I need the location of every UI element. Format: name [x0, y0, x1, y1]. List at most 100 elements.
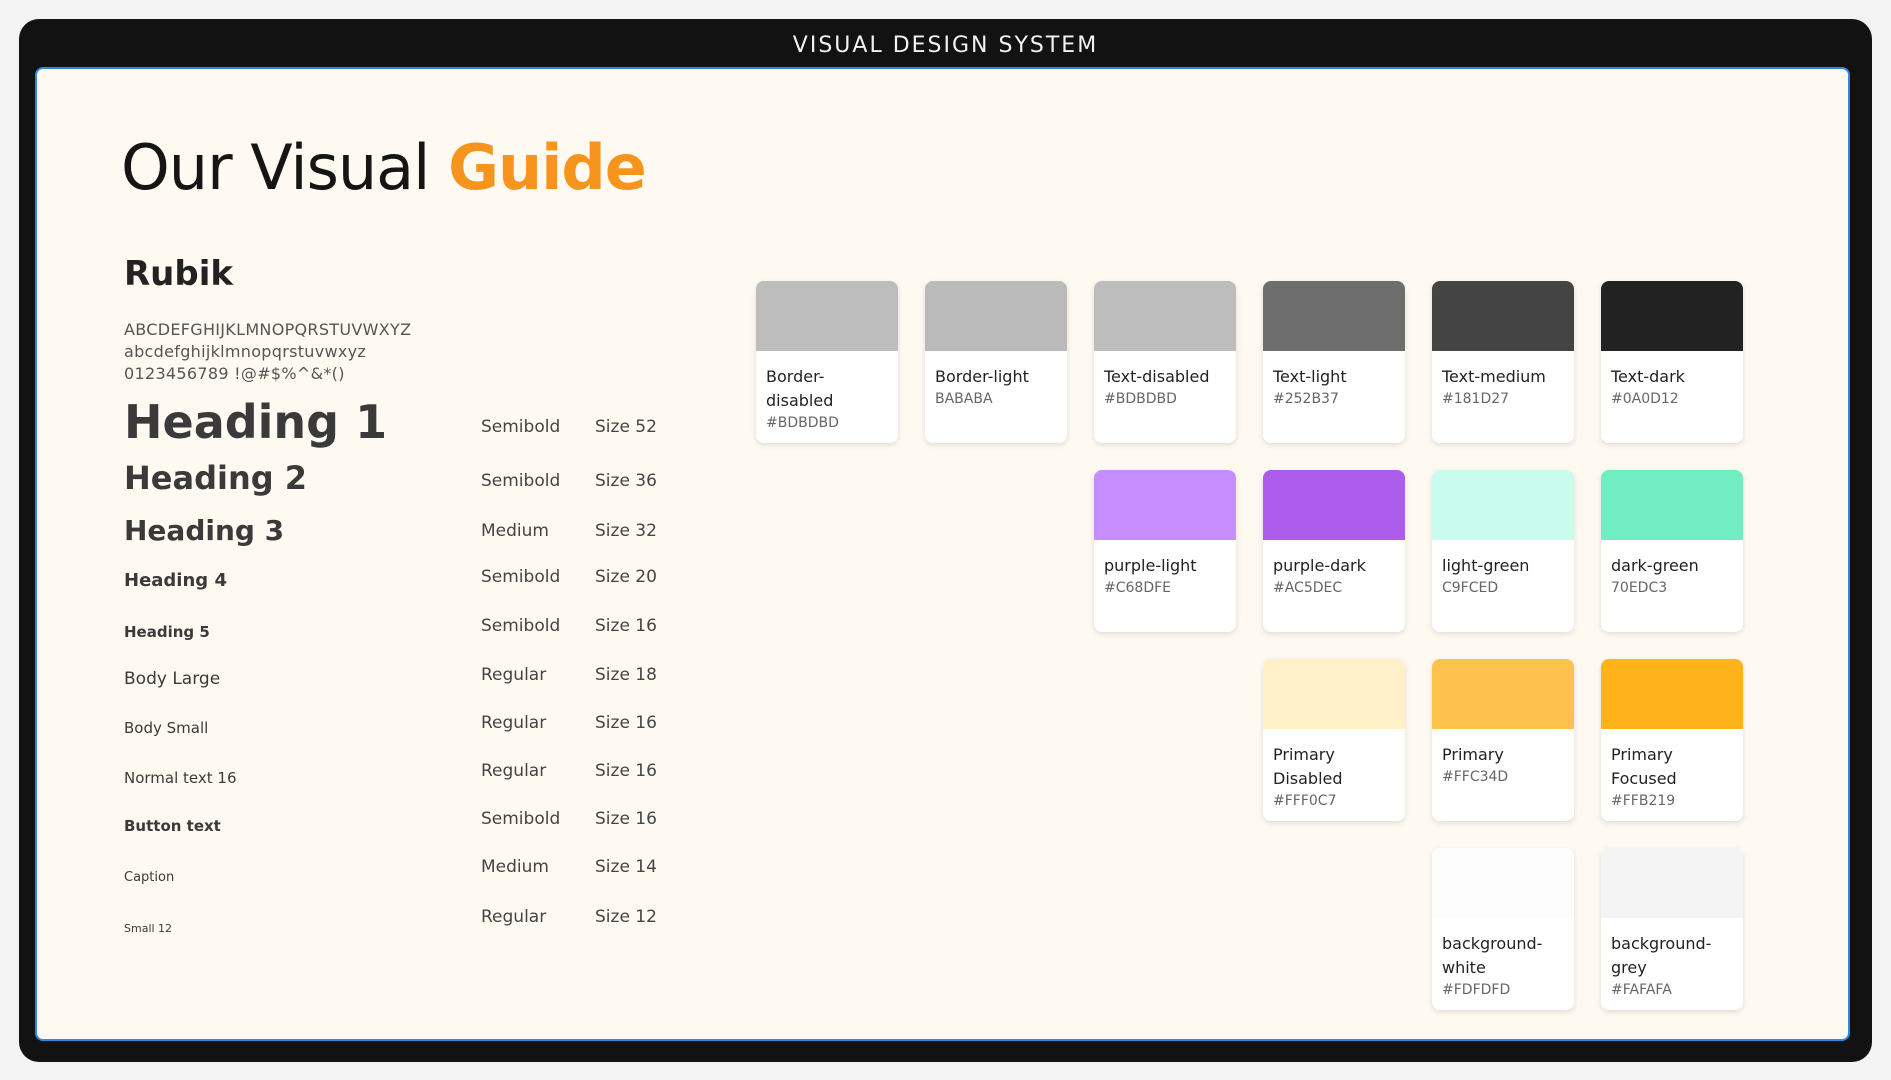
- type-style-weight: Regular: [481, 761, 547, 781]
- swatch-label: Primary Disabled #FFF0C7: [1273, 743, 1353, 811]
- page-title: Our Visual Guide: [121, 131, 647, 204]
- type-row-body-large: Body Large Regular Size 18: [124, 651, 684, 689]
- swatch-primary-focused[interactable]: Primary Focused #FFB219: [1601, 659, 1743, 821]
- swatch-dark-green[interactable]: dark-green 70EDC3: [1601, 470, 1743, 632]
- color-chip: [756, 281, 898, 351]
- color-chip: [1432, 281, 1574, 351]
- color-name: Text-light: [1273, 367, 1347, 386]
- color-chip: [925, 281, 1067, 351]
- color-name: dark-green: [1611, 556, 1699, 575]
- color-name: Primary Focused: [1611, 745, 1677, 788]
- swatch-label: light-green C9FCED: [1442, 554, 1566, 598]
- page-title-prefix: Our Visual: [121, 131, 449, 204]
- swatch-label: background-white #FDFDFD: [1442, 932, 1542, 1000]
- color-hex: #C68DFE: [1104, 580, 1171, 596]
- charset-uppercase: ABCDEFGHIJKLMNOPQRSTUVWXYZ: [124, 320, 412, 339]
- color-chip: [1263, 281, 1405, 351]
- type-style-size: Size 32: [595, 521, 657, 541]
- color-name: background-grey: [1611, 934, 1712, 977]
- swatch-label: purple-light #C68DFE: [1104, 554, 1228, 598]
- color-hex: #FFC34D: [1442, 769, 1509, 785]
- swatch-background-grey[interactable]: background-grey #FAFAFA: [1601, 848, 1743, 1010]
- type-row-button-text: Button text Semibold Size 16: [124, 799, 684, 835]
- type-style-weight: Semibold: [481, 809, 561, 829]
- swatch-light-green[interactable]: light-green C9FCED: [1432, 470, 1574, 632]
- type-style-size: Size 16: [595, 761, 657, 781]
- type-style-size: Size 20: [595, 567, 657, 587]
- color-name: purple-dark: [1273, 556, 1366, 575]
- color-hex: #BDBDBD: [766, 415, 839, 431]
- type-row-heading-5: Heading 5 Semibold Size 16: [124, 605, 684, 641]
- type-style-name: Normal text 16: [124, 769, 237, 787]
- color-hex: #181D27: [1442, 391, 1510, 407]
- swatch-text-dark[interactable]: Text-dark #0A0D12: [1601, 281, 1743, 443]
- color-chip: [1432, 659, 1574, 729]
- color-hex: BABABA: [935, 391, 993, 407]
- type-style-weight: Semibold: [481, 471, 561, 491]
- color-chip: [1263, 470, 1405, 540]
- color-name: light-green: [1442, 556, 1530, 575]
- swatch-label: Text-medium #181D27: [1442, 365, 1566, 409]
- swatch-label: dark-green 70EDC3: [1611, 554, 1735, 598]
- swatch-label: Border-light BABABA: [935, 365, 1059, 409]
- type-style-size: Size 14: [595, 857, 657, 877]
- type-style-name: Small 12: [124, 922, 173, 935]
- window-title: VISUAL DESIGN SYSTEM: [792, 33, 1099, 58]
- charset-lowercase: abcdefghijklmnopqrstuvwxyz: [124, 342, 367, 361]
- color-name: Text-dark: [1611, 367, 1685, 386]
- swatch-text-disabled[interactable]: Text-disabled #BDBDBD: [1094, 281, 1236, 443]
- type-row-caption: Caption Medium Size 14: [124, 849, 684, 885]
- type-style-weight: Semibold: [481, 567, 561, 587]
- app-window: VISUAL DESIGN SYSTEM Our Visual Guide Ru…: [19, 19, 1872, 1062]
- color-chip: [1432, 470, 1574, 540]
- color-chip: [1601, 659, 1743, 729]
- color-hex: C9FCED: [1442, 580, 1499, 596]
- color-hex: #FFF0C7: [1273, 793, 1337, 809]
- type-row-small: Small 12 Regular Size 12: [124, 899, 684, 935]
- swatch-purple-dark[interactable]: purple-dark #AC5DEC: [1263, 470, 1405, 632]
- color-name: Primary: [1442, 745, 1504, 764]
- type-style-weight: Regular: [481, 665, 547, 685]
- type-row-body-small: Body Small Regular Size 16: [124, 701, 684, 737]
- swatch-text-medium[interactable]: Text-medium #181D27: [1432, 281, 1574, 443]
- swatch-label: Primary #FFC34D: [1442, 743, 1566, 787]
- swatch-background-white[interactable]: background-white #FDFDFD: [1432, 848, 1574, 1010]
- color-name: Primary Disabled: [1273, 745, 1343, 788]
- type-style-name: Heading 2: [124, 459, 308, 497]
- color-hex: #AC5DEC: [1273, 580, 1343, 596]
- color-chip: [1432, 848, 1574, 918]
- type-style-size: Size 18: [595, 665, 657, 685]
- color-name: purple-light: [1104, 556, 1197, 575]
- color-hex: #FAFAFA: [1611, 982, 1672, 998]
- color-name: Border-disabled: [766, 367, 834, 410]
- swatch-primary[interactable]: Primary #FFC34D: [1432, 659, 1574, 821]
- page-title-accent: Guide: [448, 131, 647, 204]
- type-style-name: Button text: [124, 817, 221, 835]
- type-style-name: Heading 1: [124, 395, 388, 449]
- font-family-name: Rubik: [124, 254, 233, 294]
- swatch-text-light[interactable]: Text-light #252B37: [1263, 281, 1405, 443]
- color-hex: #BDBDBD: [1104, 391, 1177, 407]
- charset-digits-symbols: 0123456789 !@#$%^&*(): [124, 364, 345, 383]
- swatch-border-disabled[interactable]: Border-disabled #BDBDBD: [756, 281, 898, 443]
- color-chip: [1094, 281, 1236, 351]
- swatch-border-light[interactable]: Border-light BABABA: [925, 281, 1067, 443]
- color-name: Border-light: [935, 367, 1029, 386]
- swatch-primary-disabled[interactable]: Primary Disabled #FFF0C7: [1263, 659, 1405, 821]
- type-style-name: Body Large: [124, 669, 221, 689]
- color-name: Text-disabled: [1104, 367, 1210, 386]
- swatch-purple-light[interactable]: purple-light #C68DFE: [1094, 470, 1236, 632]
- color-chip: [1094, 470, 1236, 540]
- color-hex: #FDFDFD: [1442, 982, 1511, 998]
- swatch-label: Border-disabled #BDBDBD: [766, 365, 846, 433]
- type-style-size: Size 16: [595, 809, 657, 829]
- color-hex: #252B37: [1273, 391, 1339, 407]
- type-style-weight: Semibold: [481, 616, 561, 636]
- type-row-heading-3: Heading 3 Medium Size 32: [124, 501, 684, 547]
- type-style-weight: Regular: [481, 907, 547, 927]
- color-chip: [1601, 848, 1743, 918]
- design-canvas[interactable]: Our Visual Guide Rubik ABCDEFGHIJKLMNOPQ…: [35, 67, 1850, 1041]
- swatch-label: Text-disabled #BDBDBD: [1104, 365, 1228, 409]
- color-chip: [1601, 281, 1743, 351]
- type-style-name: Heading 5: [124, 623, 210, 641]
